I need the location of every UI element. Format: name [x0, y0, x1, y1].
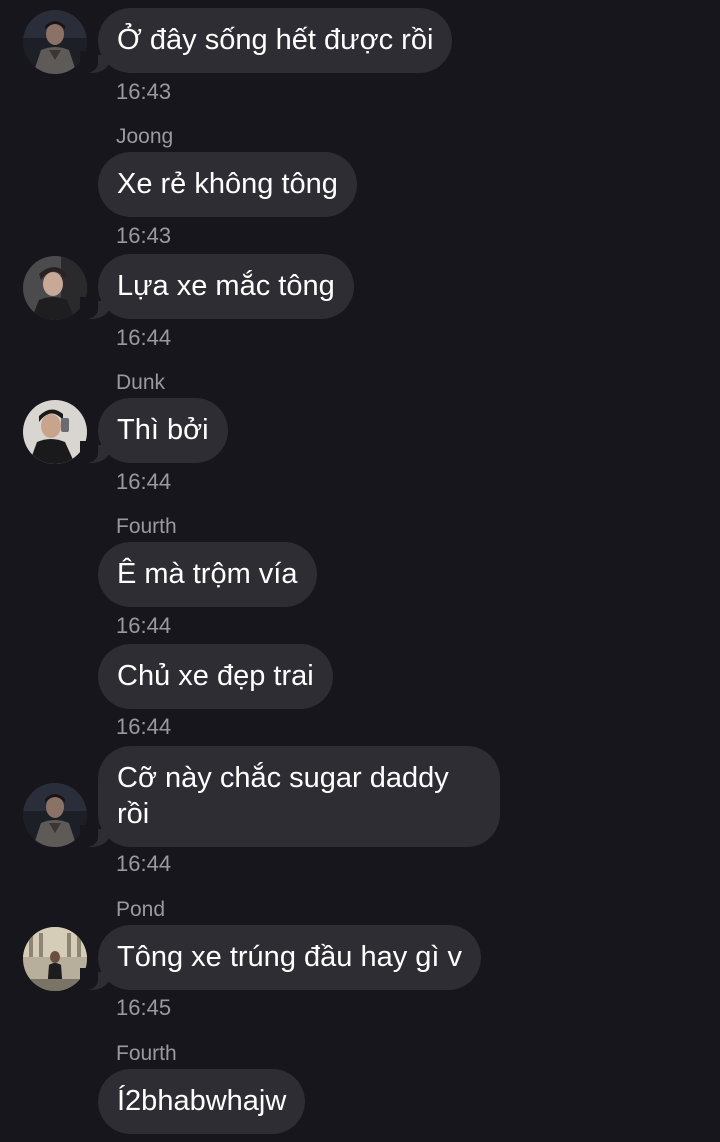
- message-text: Thì bởi: [117, 414, 209, 446]
- avatar[interactable]: [23, 256, 87, 320]
- sender-name: Dunk: [116, 371, 166, 394]
- message-text: Tông xe trúng đầu hay gì v: [117, 941, 462, 973]
- message-text: Ê mà trộm vía: [117, 558, 298, 590]
- message-time: 16:44: [116, 613, 172, 638]
- message-text: Lựa xe mắc tông: [117, 270, 335, 302]
- message-bubble[interactable]: Tông xe trúng đầu hay gì v: [80, 925, 481, 990]
- sender-name: Pond: [116, 898, 166, 921]
- sender-name: Fourth: [116, 1042, 177, 1065]
- sender-name: Joong: [116, 125, 174, 148]
- message-text-line-2: rồi: [117, 798, 150, 830]
- message-bubble[interactable]: Í2bhabwhajw: [98, 1069, 306, 1134]
- message-bubble[interactable]: Cỡ này chắc sugar daddy rồi: [80, 746, 500, 847]
- avatar[interactable]: [23, 927, 87, 991]
- avatar[interactable]: [23, 10, 87, 74]
- message-text: Chủ xe đẹp trai: [117, 660, 314, 692]
- message-bubble[interactable]: Xe rẻ không tông: [98, 152, 357, 217]
- avatar[interactable]: [23, 783, 87, 847]
- message-time: 16:44: [116, 851, 172, 876]
- message-text: Í2bhabwhajw: [117, 1085, 287, 1117]
- message-bubble[interactable]: Ê mà trộm vía: [98, 542, 317, 607]
- message-bubble[interactable]: Ở đây sống hết được rồi: [79, 8, 453, 73]
- message-text: Cỡ này chắc sugar daddy: [117, 762, 449, 794]
- message-time: 16:44: [116, 469, 172, 494]
- message-text: Xe rẻ không tông: [117, 168, 338, 200]
- chat-thread: Ở đây sống hết được rồi 16:43 Joong Xe r…: [0, 0, 720, 1142]
- message-text: Ở đây sống hết được rồi: [117, 24, 434, 56]
- sender-name: Fourth: [116, 515, 177, 538]
- message-bubble[interactable]: Lựa xe mắc tông: [80, 254, 354, 319]
- message-time: 16:44: [116, 325, 172, 350]
- avatar[interactable]: [23, 400, 87, 464]
- message-time: 16:44: [116, 714, 172, 739]
- message-time: 16:43: [116, 223, 172, 248]
- message-bubble[interactable]: Chủ xe đẹp trai: [98, 644, 333, 709]
- message-time: 16:45: [116, 995, 172, 1020]
- message-time: 16:43: [116, 79, 172, 104]
- message-bubble[interactable]: Thì bởi: [80, 398, 228, 463]
